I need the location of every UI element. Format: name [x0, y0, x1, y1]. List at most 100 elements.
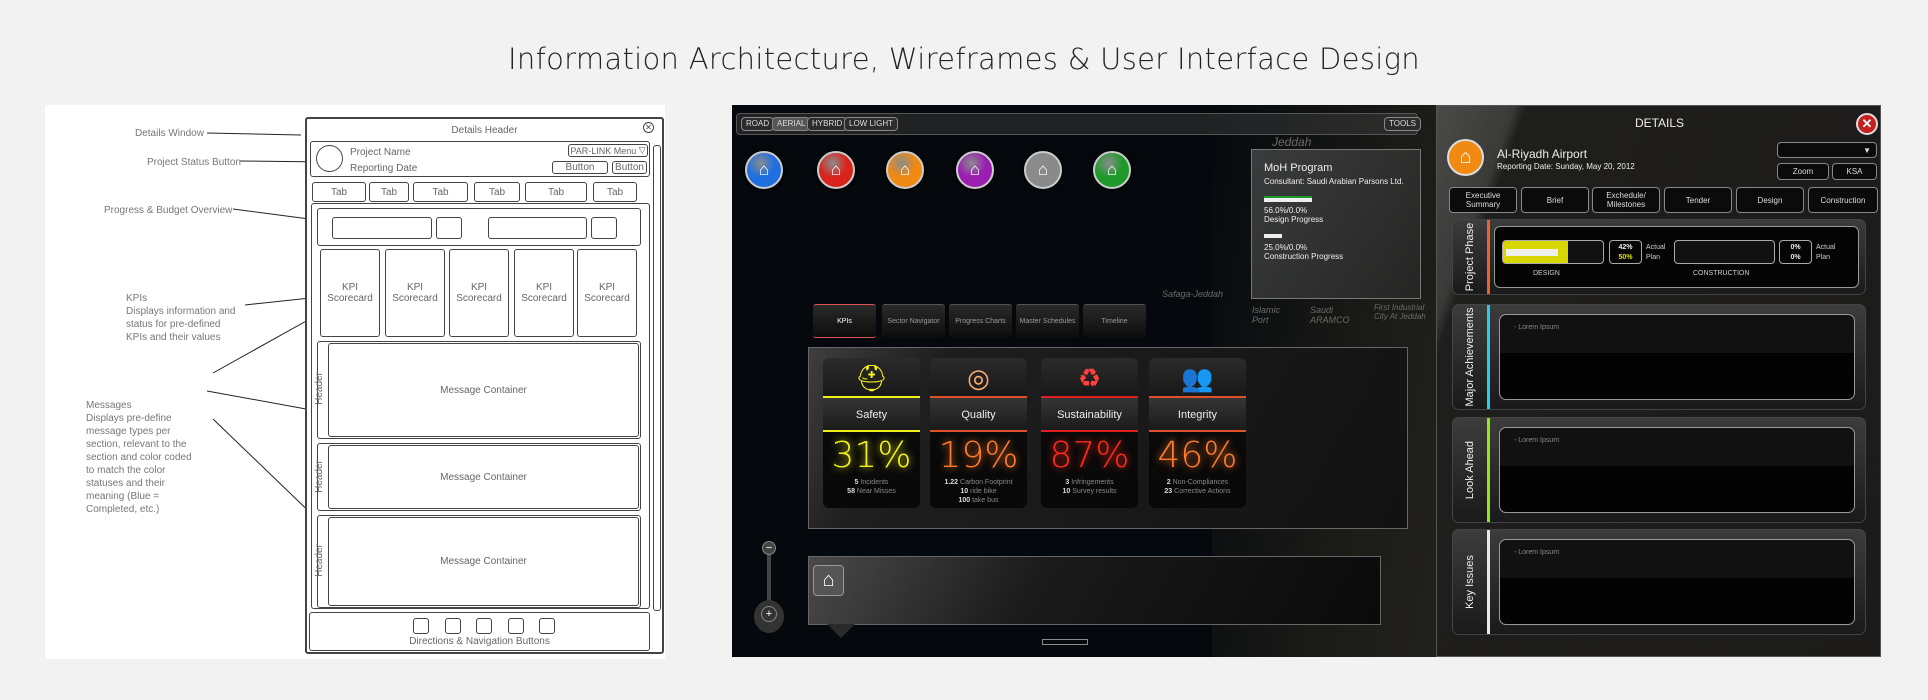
tab-brief[interactable]: Brief	[1521, 187, 1589, 213]
program-popup: MoH Program Consultant: Saudi Arabian Pa…	[1251, 149, 1421, 299]
design-progress-bar	[1264, 196, 1312, 202]
progress-value-2	[591, 217, 617, 239]
annotation-progress: Progress & Budget Overview	[104, 205, 233, 216]
wireframe-panel: Details Window Project Status Button Pro…	[45, 105, 665, 659]
house-icon: ⌂	[1037, 160, 1049, 179]
tab-progress-charts[interactable]: Progress Charts	[949, 304, 1012, 338]
kpi-card-sustainability[interactable]: ♻ Sustainability 87% 3 Infringements 10 …	[1041, 358, 1138, 508]
tab-2[interactable]: Tab	[369, 182, 409, 202]
design-progress-label: Design Progress	[1264, 215, 1324, 224]
tab-tender[interactable]: Tender	[1664, 187, 1732, 213]
kpi-stat: 5 Incidents	[854, 479, 889, 486]
tab-timeline[interactable]: Timeline	[1083, 304, 1146, 338]
reporting-date: Reporting Date	[350, 163, 418, 174]
design-progress-value: 56.0%/0.0%	[1264, 206, 1308, 215]
kpi-scorecard[interactable]: KPI Scorecard	[514, 249, 574, 337]
target-cursor-icon: ◎	[967, 363, 990, 393]
project-marker-red[interactable]: ⌂	[817, 151, 855, 189]
kpi-stat: 10 ride bike	[960, 488, 997, 495]
kpi-scorecard[interactable]: KPI Scorecard	[449, 249, 509, 337]
message-container[interactable]: - Lorem Ipsum	[1499, 314, 1855, 400]
close-button[interactable]: ✕	[1856, 113, 1878, 135]
details-title: DETAILS	[1634, 116, 1685, 130]
menu-label: PAR-LINK Menu	[570, 145, 637, 156]
message-container: Message Container	[328, 445, 639, 509]
ksa-button[interactable]: KSA	[1832, 163, 1877, 180]
section-label: Look Ahead	[1464, 440, 1476, 500]
message-container[interactable]: - Lorem Ipsum	[1499, 427, 1855, 513]
house-icon[interactable]: ⌂	[813, 565, 844, 596]
zoom-out-button[interactable]: −	[762, 541, 776, 555]
kpi-stat: 100 take bus	[958, 497, 999, 504]
tab-3[interactable]: Tab	[413, 182, 468, 202]
status-bar	[1487, 305, 1490, 409]
project-status-icon[interactable]: ⌂	[1447, 139, 1484, 176]
message-text: - Lorem Ipsum	[1514, 437, 1560, 444]
tab-6[interactable]: Tab	[593, 182, 637, 202]
message-container[interactable]: - Lorem Ipsum	[1499, 539, 1855, 625]
par-link-menu[interactable]: PAR-LINK Menu ▽	[568, 144, 648, 157]
project-marker-orange[interactable]: ⌂	[886, 151, 924, 189]
section-label: Project Phase	[1464, 222, 1476, 292]
nav-button[interactable]	[445, 618, 461, 634]
house-icon: ⌂	[969, 160, 981, 179]
scrollbar[interactable]	[653, 145, 661, 611]
design-percent-box: 42% 50%	[1609, 240, 1642, 264]
project-dropdown[interactable]: ▼	[1777, 142, 1877, 158]
kpi-card-safety[interactable]: ⛑ Safety 31% 5 Incidents 58 Near Misses	[823, 358, 920, 508]
button-2[interactable]: Button	[612, 161, 647, 174]
view-road-button[interactable]: ROAD	[741, 117, 775, 131]
nav-button[interactable]	[413, 618, 429, 634]
tab-schedule-milestones[interactable]: Exchedule/ Milestones	[1592, 187, 1660, 213]
progress-bar-1	[332, 217, 432, 239]
kpi-card-quality[interactable]: ◎ Quality 19% 1.22 Carbon Footprint 10 r…	[930, 358, 1027, 508]
kpi-label: Scorecard	[456, 293, 502, 304]
status-bar	[1487, 220, 1490, 294]
hard-hat-icon: ⛑	[854, 363, 888, 393]
tab-5[interactable]: Tab	[525, 182, 587, 202]
project-info-panel	[808, 556, 1381, 625]
project-marker-blue[interactable]: ⌂	[745, 151, 783, 189]
house-icon: ⌂	[1106, 160, 1118, 179]
page-title: Information Architecture, Wireframes & U…	[508, 42, 1420, 76]
kpi-stat: 58 Near Misses	[847, 488, 896, 495]
close-icon[interactable]: ✕	[643, 122, 654, 133]
tab-sector-navigator[interactable]: Sector Navigator	[882, 304, 945, 338]
kpi-scorecard[interactable]: KPI Scorecard	[320, 249, 380, 337]
tab-kpis[interactable]: KPIs	[813, 304, 876, 338]
recycle-icon: ♻	[1077, 363, 1102, 393]
kpi-scorecard[interactable]: KPI Scorecard	[577, 249, 637, 337]
zoom-button[interactable]: Zoom	[1777, 163, 1829, 180]
tab-1[interactable]: Tab	[312, 182, 366, 202]
kpi-label: Scorecard	[521, 293, 567, 304]
kpi-stat: 3 Infringements	[1065, 479, 1114, 486]
zoom-in-button[interactable]: +	[754, 600, 784, 633]
project-status-button[interactable]	[316, 145, 343, 172]
annotation-details-window: Details Window	[135, 128, 204, 139]
project-marker-green[interactable]: ⌂	[1093, 151, 1131, 189]
view-aerial-button[interactable]: AERIAL	[772, 117, 811, 131]
tab-master-schedules[interactable]: Master Schedules	[1016, 304, 1079, 338]
nav-button[interactable]	[476, 618, 492, 634]
construction-label: CONSTRUCTION	[1693, 270, 1750, 277]
tab-executive-summary[interactable]: Executive Summary	[1449, 187, 1517, 213]
tab-4[interactable]: Tab	[474, 182, 520, 202]
kpi-scorecard[interactable]: KPI Scorecard	[385, 249, 445, 337]
view-hybrid-button[interactable]: HYBRID	[807, 117, 848, 131]
message-header: Header	[313, 372, 325, 405]
nav-button[interactable]	[508, 618, 524, 634]
kpi-label: KPI	[470, 282, 488, 293]
project-marker-gray[interactable]: ⌂	[1024, 151, 1062, 189]
tab-design[interactable]: Design	[1736, 187, 1804, 213]
button-1[interactable]: Button	[552, 161, 608, 174]
view-lowlight-button[interactable]: LOW LIGHT	[844, 117, 899, 131]
nav-button[interactable]	[539, 618, 555, 634]
tab-construction[interactable]: Construction	[1808, 187, 1878, 213]
tools-button[interactable]: TOOLS	[1384, 117, 1421, 131]
zoom-slider-track[interactable]	[767, 555, 771, 605]
message-container: Message Container	[328, 517, 639, 606]
actual-plan-legend: Actual Plan	[1646, 244, 1666, 261]
project-marker-purple[interactable]: ⌂	[956, 151, 994, 189]
kpi-card-integrity[interactable]: 👥 Integrity 46% 2 Non-Compliances 23 Cor…	[1149, 358, 1246, 508]
construction-percent-box: 0% 0%	[1779, 240, 1812, 264]
